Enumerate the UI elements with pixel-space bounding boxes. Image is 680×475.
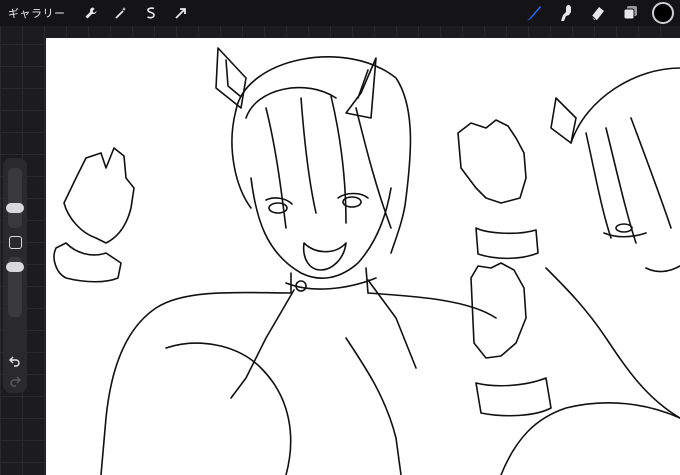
line-art-illustration [53,47,680,475]
redo-icon[interactable] [8,374,22,388]
top-toolbar: ギャラリー [0,0,680,26]
toolbar-right-group [518,0,680,26]
selection-icon[interactable] [141,3,161,23]
smudge-icon[interactable] [554,1,578,25]
layers-icon[interactable] [618,1,642,25]
magic-wand-icon[interactable] [111,3,131,23]
left-sidebar [3,158,27,393]
opacity-thumb[interactable] [6,261,24,272]
transform-arrow-icon[interactable] [171,3,191,23]
brush-size-thumb[interactable] [6,202,24,213]
modify-square-icon[interactable] [8,236,22,249]
brush-icon[interactable] [522,1,546,25]
undo-icon[interactable] [8,354,22,368]
wrench-icon[interactable] [81,3,101,23]
drawing-canvas[interactable] [46,38,680,475]
opacity-slider[interactable] [6,257,24,317]
eraser-icon[interactable] [586,1,610,25]
brush-size-slider[interactable] [6,168,24,228]
color-picker-swatch[interactable] [652,2,674,24]
gallery-button[interactable]: ギャラリー [8,5,66,21]
